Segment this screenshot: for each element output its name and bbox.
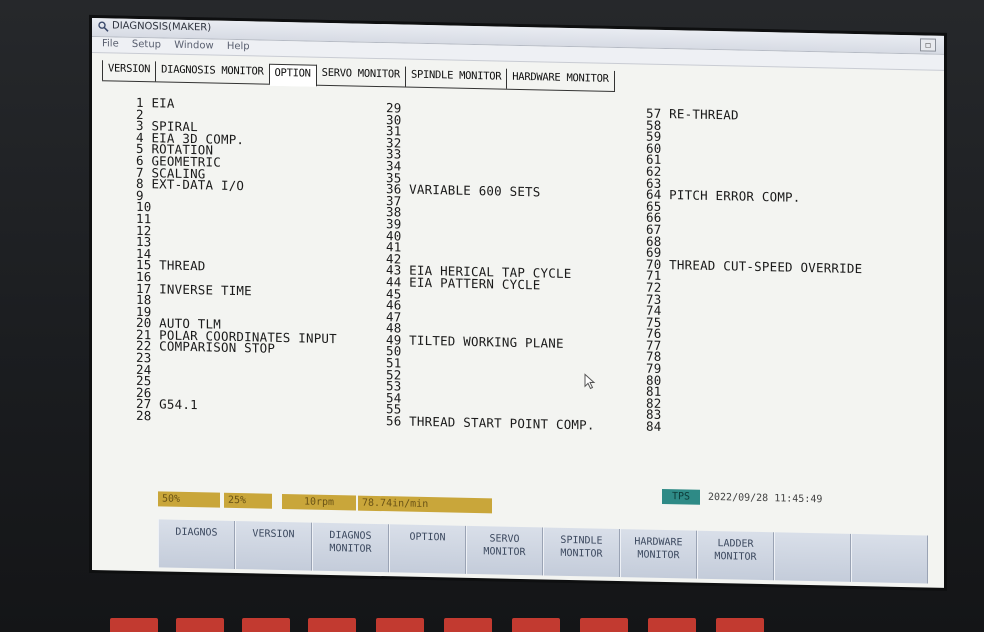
menu-window[interactable]: Window — [174, 40, 213, 52]
option-list: 1 EIA 2 3 SPIRAL 4 EIA 3D COMP. 5 ROTATION 6 … — [136, 95, 916, 485]
hard-key[interactable] — [444, 618, 492, 632]
tab-option[interactable]: OPTION — [269, 63, 317, 87]
tps-mode-badge: TPS — [662, 488, 700, 505]
hardware-key-row — [100, 618, 984, 632]
softkey-2[interactable]: VERSION — [235, 520, 312, 571]
window-title: DIAGNOSIS(MAKER) — [112, 20, 212, 34]
hard-key[interactable] — [716, 618, 764, 632]
menu-setup[interactable]: Setup — [132, 39, 161, 51]
softkey-5[interactable]: SERVO MONITOR — [466, 525, 543, 576]
option-entry: 56 THREAD START POINT COMP. — [386, 413, 595, 433]
tab-hardware-monitor[interactable]: HARDWARE MONITOR — [507, 68, 615, 91]
menu-file[interactable]: File — [102, 38, 119, 49]
menu-help[interactable]: Help — [227, 41, 250, 52]
hard-key[interactable] — [110, 618, 158, 632]
option-column-1: 1 EIA 2 3 SPIRAL 4 EIA 3D COMP. 5 ROTATION 6 … — [136, 95, 337, 426]
softkey-4[interactable]: OPTION — [389, 524, 466, 574]
softkey-10[interactable] — [851, 533, 928, 584]
tab-spindle-monitor[interactable]: SPINDLE MONITOR — [405, 66, 508, 89]
option-column-3: 57 RE-THREAD 58 59 60 61 62 63 64 PITCH ERROR C… — [646, 106, 863, 437]
hard-key[interactable] — [648, 618, 696, 632]
mouse-pointer-icon — [584, 373, 596, 390]
rapid-override-readout: 25% — [224, 492, 272, 509]
softkey-9[interactable] — [774, 532, 851, 582]
tab-version[interactable]: VERSION — [102, 60, 157, 82]
softkey-1[interactable]: DIAGNOS — [158, 519, 235, 569]
softkey-7[interactable]: HARDWARE MONITOR — [620, 529, 697, 579]
hard-key[interactable] — [580, 618, 628, 632]
spindle-speed-readout: 10rpm — [282, 493, 356, 511]
app-icon — [98, 21, 109, 32]
hard-key[interactable] — [176, 618, 224, 632]
softkey-8[interactable]: LADDER MONITOR — [697, 530, 774, 581]
feed-override-readout: 50% — [158, 491, 220, 508]
softkey-3[interactable]: DIAGNOS MONITOR — [312, 522, 389, 573]
option-column-2: 29 30 31 32 33 34 35 36 VARIABLE 600 SETS 37 38 39… — [386, 100, 595, 433]
clock-readout: 2022/09/28 11:45:49 — [708, 491, 823, 506]
softkey-6[interactable]: SPINDLE MONITOR — [543, 527, 620, 578]
feedrate-readout: 78.74in/min — [358, 495, 492, 514]
hard-key[interactable] — [242, 618, 290, 632]
hard-key[interactable] — [308, 618, 356, 632]
nc-screen: DIAGNOSIS(MAKER) □ File Setup Window Hel… — [92, 18, 944, 588]
option-entry: 70 THREAD CUT-SPEED OVERRIDE — [646, 256, 863, 276]
option-entry: 49 TILTED WORKING PLANE — [386, 332, 564, 351]
hard-key[interactable] — [512, 618, 560, 632]
tab-diagnosis-monitor[interactable]: DIAGNOSIS MONITOR — [156, 61, 270, 84]
tab-strip: VERSION DIAGNOSIS MONITOR OPTION SERVO M… — [102, 60, 615, 92]
maximize-button[interactable]: □ — [920, 38, 936, 52]
tab-servo-monitor[interactable]: SERVO MONITOR — [316, 64, 406, 87]
hard-key[interactable] — [376, 618, 424, 632]
